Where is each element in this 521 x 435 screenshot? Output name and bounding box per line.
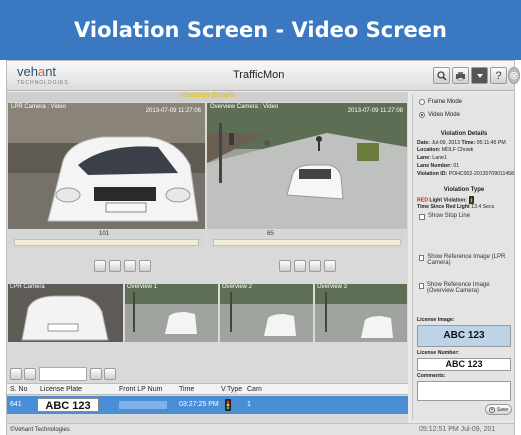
grid-first-button[interactable] [10, 368, 22, 380]
overview-slider-track[interactable] [213, 239, 401, 246]
cell-sno: 641 [10, 401, 22, 408]
main-panel: Violation Details LPR Camera : Video 201… [7, 92, 408, 435]
thumb-overview-2[interactable]: Overview 2 [220, 284, 313, 342]
violations-table-header: S. No License Plate Front LP Num Time V.… [7, 383, 408, 395]
col-vtype: V.Type [221, 386, 243, 393]
violation-details-title: Violation Details [440, 131, 488, 137]
detail-lane: Lane: Lane1 [417, 155, 447, 161]
show-reference-lpr-checkbox[interactable]: Show Reference Image (LPR Camera) [419, 254, 511, 266]
detail-location: Location: MDLF Chowk [417, 147, 474, 153]
detail-lane-number: Lane Number: 01 [417, 163, 460, 169]
cell-cam: 1 [247, 401, 251, 408]
logo-subtitle: TECHNOLOGIES [17, 80, 69, 86]
lpr-rewind-button[interactable] [94, 260, 106, 272]
save-label: Save [496, 406, 509, 413]
thumb-overview-1[interactable]: Overview 1 [125, 284, 218, 342]
thumb-overview-3[interactable]: Overview 3 [315, 284, 407, 342]
slide-frame: Violation Screen - Video Screen vehant T… [0, 0, 521, 435]
lpr-video-slider[interactable]: 101 [8, 230, 205, 248]
lpr-play-button[interactable] [109, 260, 121, 272]
time-since-red-light: Time Since Red Light 13.4 Secs [417, 204, 495, 210]
grid-page-input[interactable] [39, 367, 87, 381]
show-reference-overview-checkbox[interactable]: Show Reference Image (Overview Camera) [419, 282, 511, 294]
license-image-label: License Image: [417, 317, 455, 323]
search-icon[interactable] [433, 67, 450, 84]
violation-type-title: Violation Type [443, 187, 485, 193]
checkbox-box [419, 283, 424, 289]
lpr-slider-track[interactable] [14, 239, 199, 246]
overview-play-button[interactable] [294, 260, 306, 272]
license-number-field[interactable]: ABC 123 [417, 358, 511, 371]
grid-next-button[interactable] [90, 368, 102, 380]
col-front-lp-num: Front LP Num [119, 386, 163, 393]
radio-circle [419, 99, 425, 105]
help-icon[interactable]: ? [490, 67, 507, 84]
grid-last-button[interactable] [104, 368, 116, 380]
thumb-label: Overview 2 [222, 284, 253, 290]
close-icon[interactable]: ⊗ [508, 67, 520, 84]
license-image: ABC 123 [417, 325, 511, 347]
cell-license-plate: ABC 123 [37, 398, 99, 412]
traffic-light-icon [468, 196, 474, 204]
overview-slider-value: 65 [267, 231, 274, 237]
checkbox-box [419, 214, 425, 220]
col-sno: S. No [10, 386, 28, 393]
lpr-camera-video[interactable]: LPR Camera : Video 2013-07-09 11:27:06 [8, 103, 205, 229]
detail-violation-id: Violation ID: POHC002-20130709011458 [417, 171, 514, 177]
save-icon [488, 406, 495, 413]
checkbox-label: Show Stop Line [428, 213, 471, 219]
overview-pause-button[interactable] [309, 260, 321, 272]
thumb-lpr-camera[interactable]: LPR Camera [8, 284, 123, 342]
cell-time: 03:27:25 PM [179, 401, 219, 408]
print-icon[interactable] [452, 67, 469, 84]
checkbox-box [419, 255, 425, 261]
radio-label: Frame Mode [428, 99, 463, 105]
table-row[interactable]: 641 ABC 123 03:27:25 PM 1 [7, 396, 408, 414]
thumb-label: Overview 1 [127, 284, 158, 290]
traffic-light-icon [225, 399, 231, 413]
video-mode-radio[interactable]: Video Mode [419, 112, 460, 118]
grid-prev-button[interactable] [24, 368, 36, 380]
lpr-slider-value: 101 [99, 231, 110, 237]
col-license-plate: License Plate [40, 386, 83, 393]
radio-label: Video Mode [428, 112, 460, 118]
side-panel: Frame Mode Video Mode Violation Details … [412, 94, 514, 420]
lpr-pause-button[interactable] [124, 260, 136, 272]
dropdown-icon[interactable] [471, 67, 488, 84]
vehant-logo: vehant [17, 64, 57, 79]
checkbox-label: Show Reference Image (LPR Camera) [427, 254, 506, 266]
overview-rewind-button[interactable] [279, 260, 291, 272]
app-title: TrafficMon [233, 69, 285, 81]
lpr-forward-button[interactable] [139, 260, 151, 272]
detail-date-time: Date: Jul-09, 2013 Time: 05:11:45 PM [417, 140, 506, 146]
overview-camera-label: Overview Camera : Video [210, 104, 279, 110]
comments-label: Comments: [417, 373, 446, 379]
video-section-title: Violation Details [7, 92, 408, 102]
overview-forward-button[interactable] [324, 260, 336, 272]
save-button[interactable]: Save [485, 404, 512, 415]
thumb-label: LPR Camera [10, 284, 45, 290]
overview-video-slider[interactable]: 65 [207, 230, 407, 248]
radio-circle [419, 112, 425, 118]
status-copyright: ©Vehant Technologies [10, 427, 70, 433]
license-number-label: License Number: [417, 350, 460, 356]
top-toolbar: vehant TECHNOLOGIES TrafficMon ? ⊗ [7, 61, 520, 91]
overview-camera-video[interactable]: Overview Camera : Video 2013-07-09 11:27… [207, 103, 407, 229]
checkbox-label: Show Reference Image (Overview Camera) [426, 282, 490, 294]
status-datetime: 05:12:51 PM Jul-09, 201 [419, 426, 496, 433]
frame-mode-radio[interactable]: Frame Mode [419, 99, 462, 105]
col-time: Time [179, 386, 195, 393]
overview-camera-timestamp: 2013-07-09 11:27:08 [347, 108, 403, 114]
banner-title: Violation Screen - Video Screen [0, 0, 521, 60]
status-bar: ©Vehant Technologies 05:12:51 PM Jul-09,… [7, 423, 514, 435]
col-cam: Cam [247, 386, 262, 393]
comments-field[interactable] [417, 381, 511, 401]
cell-front-lp-num [119, 401, 167, 409]
lpr-camera-timestamp: 2013-07-09 11:27:06 [145, 108, 201, 114]
lpr-camera-label: LPR Camera : Video [11, 104, 66, 110]
thumb-label: Overview 3 [317, 284, 348, 290]
trafficmon-window: vehant TECHNOLOGIES TrafficMon ? ⊗ Viola… [6, 60, 520, 435]
show-stop-line-checkbox[interactable]: Show Stop Line [419, 213, 470, 220]
